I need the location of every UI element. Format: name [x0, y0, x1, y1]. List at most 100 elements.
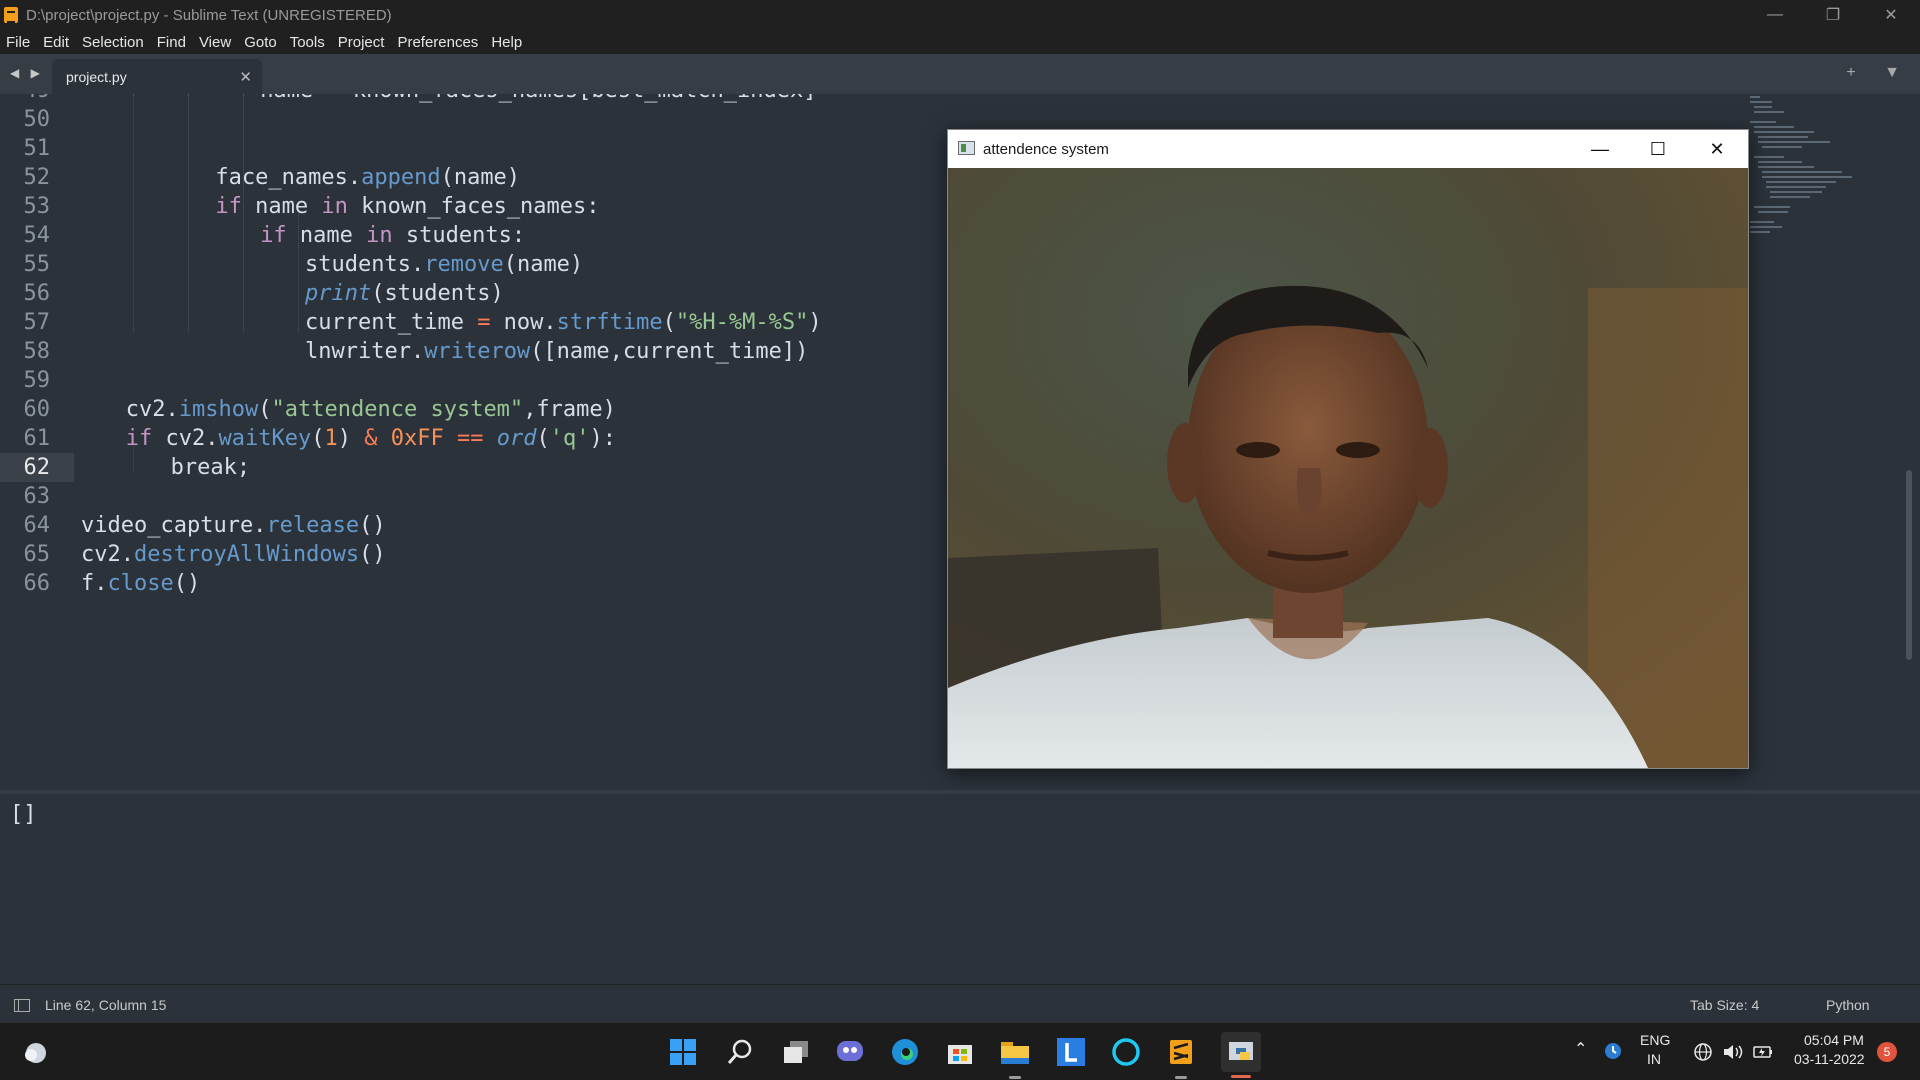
code-token: if: [215, 194, 242, 219]
minimap-line: [1766, 186, 1826, 188]
search-icon[interactable]: [725, 1037, 755, 1067]
code-line[interactable]: print(students): [305, 279, 504, 308]
task-view-icon[interactable]: [781, 1037, 811, 1067]
minimap-line: [1754, 131, 1814, 133]
network-globe-icon[interactable]: [1693, 1042, 1713, 1065]
webcam-frame-image: [948, 168, 1748, 768]
editor-scrollbar[interactable]: [1906, 100, 1912, 784]
code-token: (: [311, 426, 325, 451]
code-token: students:: [392, 223, 526, 248]
minimap-line: [1762, 176, 1852, 178]
sublime-text-icon[interactable]: [1166, 1037, 1196, 1079]
code-line[interactable]: if cv2.waitKey(1) & 0xFF == ord('q'):: [126, 424, 616, 453]
language-indicator[interactable]: ENG: [1640, 1032, 1670, 1048]
build-output-panel: []: [0, 794, 1920, 984]
tab-bar: ◀ ▶ project.py ✕ + ▼: [0, 54, 1920, 94]
alexa-icon[interactable]: [1111, 1037, 1141, 1067]
battery-icon[interactable]: [1752, 1042, 1774, 1065]
code-token: now.: [490, 310, 557, 335]
menu-help[interactable]: Help: [491, 34, 522, 51]
tab-new-and-list-controls[interactable]: + ▼: [1846, 64, 1912, 82]
menu-find[interactable]: Find: [157, 34, 186, 51]
minimap-line: [1762, 146, 1802, 148]
scrollbar-thumb[interactable]: [1906, 470, 1912, 660]
code-line[interactable]: cv2.destroyAllWindows(): [81, 540, 386, 569]
opencv-minimize-button[interactable]: —: [1571, 130, 1629, 168]
code-line[interactable]: video_capture.release(): [81, 511, 386, 540]
menu-project[interactable]: Project: [338, 34, 385, 51]
file-explorer-icon[interactable]: [1000, 1037, 1030, 1079]
code-token: ,frame): [523, 397, 616, 422]
code-token: ord: [496, 426, 537, 451]
edge-icon[interactable]: [890, 1037, 920, 1067]
code-token: name: [286, 223, 367, 248]
minimap-line: [1754, 206, 1790, 208]
menu-preferences[interactable]: Preferences: [397, 34, 478, 51]
code-line[interactable]: break;: [171, 453, 250, 482]
python-icon[interactable]: [1221, 1032, 1261, 1078]
output-text: []: [10, 802, 37, 827]
code-token: (: [258, 397, 272, 422]
code-line[interactable]: current_time = now.strftime("%H-%M-%S"): [305, 308, 822, 337]
l-app-icon[interactable]: [1056, 1037, 1086, 1067]
code-line[interactable]: if name in known_faces_names:: [215, 192, 599, 221]
notification-badge[interactable]: 5: [1877, 1042, 1897, 1062]
code-token: (): [173, 571, 201, 596]
opencv-window-title-bar[interactable]: attendence system — ☐ ✕: [948, 130, 1748, 168]
minimap-line: [1750, 96, 1760, 98]
opencv-maximize-button[interactable]: ☐: [1629, 130, 1687, 168]
code-token: "attendence system": [271, 397, 524, 422]
minimap[interactable]: [1750, 96, 1880, 276]
code-line[interactable]: f.close(): [81, 569, 200, 598]
menu-view[interactable]: View: [199, 34, 231, 51]
code-token: (): [359, 542, 386, 567]
opencv-window[interactable]: attendence system — ☐ ✕: [947, 129, 1749, 769]
tab-project-py[interactable]: project.py ✕: [52, 59, 262, 94]
running-indicator: [1009, 1076, 1021, 1079]
window-title-bar: D:\project\project.py - Sublime Text (UN…: [0, 0, 1920, 30]
code-token: (: [662, 310, 676, 335]
menu-file[interactable]: File: [6, 34, 30, 51]
code-token: close: [107, 571, 174, 596]
menu-edit[interactable]: Edit: [43, 34, 69, 51]
volume-icon[interactable]: [1722, 1042, 1744, 1065]
code-token: print: [305, 281, 372, 306]
code-token: in: [321, 194, 348, 219]
minimap-line: [1758, 166, 1814, 168]
clock-date[interactable]: 03-11-2022: [1794, 1051, 1865, 1067]
code-line[interactable]: name = known_faces_names[best_match_inde…: [260, 94, 816, 105]
code-token: (: [536, 426, 550, 451]
show-hidden-icons-chevron-icon[interactable]: ⌃: [1574, 1039, 1587, 1059]
restore-button[interactable]: ❐: [1804, 0, 1862, 30]
close-button[interactable]: ✕: [1862, 0, 1920, 30]
menu-selection[interactable]: Selection: [82, 34, 144, 51]
code-token: writerow: [424, 339, 531, 364]
start-icon[interactable]: [668, 1037, 698, 1067]
region-indicator[interactable]: IN: [1647, 1051, 1661, 1067]
onedrive-sync-icon[interactable]: [1603, 1041, 1623, 1064]
code-token: known_faces_names:: [347, 194, 600, 219]
code-line[interactable]: lnwriter.writerow([name,current_time]): [305, 337, 808, 366]
opencv-window-title: attendence system: [983, 141, 1109, 158]
tab-close-icon[interactable]: ✕: [239, 68, 252, 86]
store-icon[interactable]: [945, 1037, 975, 1067]
opencv-close-button[interactable]: ✕: [1688, 130, 1746, 168]
clock-time[interactable]: 05:04 PM: [1804, 1032, 1864, 1048]
menu-tools[interactable]: Tools: [290, 34, 325, 51]
panel-toggle-icon[interactable]: [14, 999, 30, 1012]
code-token: destroyAllWindows: [133, 542, 360, 567]
minimize-button[interactable]: —: [1746, 0, 1804, 30]
code-line[interactable]: students.remove(name): [305, 250, 583, 279]
minimap-line: [1758, 136, 1808, 138]
chat-icon[interactable]: [835, 1037, 865, 1067]
code-line[interactable]: if name in students:: [260, 221, 525, 250]
weather-icon[interactable]: [21, 1037, 51, 1067]
code-line[interactable]: face_names.append(name): [215, 163, 520, 192]
minimap-line: [1750, 221, 1774, 223]
syntax-selector[interactable]: Python: [1826, 997, 1870, 1013]
menu-goto[interactable]: Goto: [244, 34, 277, 51]
code-line[interactable]: cv2.imshow("attendence system",frame): [126, 395, 616, 424]
tab-navigation-arrows[interactable]: ◀ ▶: [10, 66, 44, 80]
tab-size-selector[interactable]: Tab Size: 4: [1690, 997, 1759, 1013]
